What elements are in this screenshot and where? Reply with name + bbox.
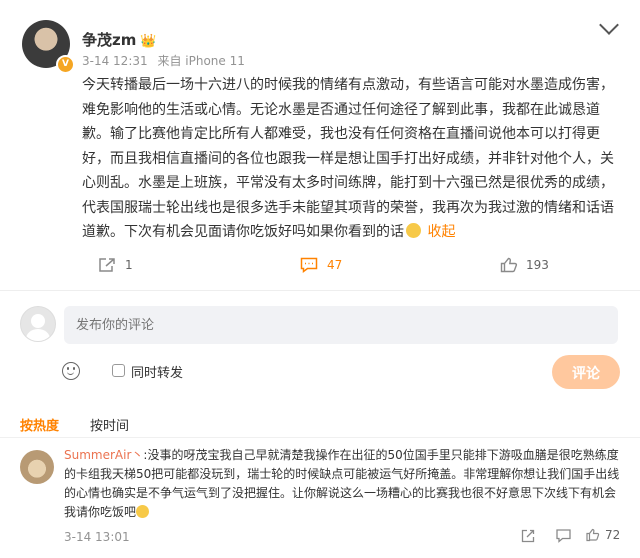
- like-count: 193: [526, 258, 549, 272]
- also-repost-checkbox[interactable]: [112, 364, 125, 377]
- comment-date: 3-14 13:01: [64, 530, 130, 544]
- author-name-text[interactable]: 争茂zm: [82, 31, 136, 49]
- share-icon: [521, 529, 535, 542]
- submit-comment-button[interactable]: 评论: [552, 355, 620, 389]
- thumbs-up-icon: [586, 528, 600, 542]
- author-badge-icon: 👑: [140, 34, 157, 49]
- my-avatar: [20, 306, 56, 342]
- repost-icon: [99, 258, 115, 272]
- post-body: 今天转播最后一场十六进八的时候我的情绪有点激动，有些语言可能对水墨造成伤害，难免…: [82, 73, 622, 245]
- thumbs-up-icon: [500, 257, 518, 273]
- comment-like-button[interactable]: 72: [586, 528, 620, 542]
- post-source: 来自 iPhone 11: [157, 54, 245, 68]
- comment-share-button[interactable]: [521, 528, 535, 543]
- comment-count: 47: [327, 258, 343, 272]
- also-repost-label[interactable]: 同时转发: [131, 362, 183, 381]
- post-text: 今天转播最后一场十六进八的时候我的情绪有点激动，有些语言可能对水墨造成伤害，难免…: [82, 77, 614, 240]
- chevron-down-icon[interactable]: [599, 15, 619, 35]
- author-name[interactable]: 争茂zm 👑: [82, 29, 157, 50]
- comment-reply-button[interactable]: [556, 528, 571, 543]
- emoji-icon: [136, 505, 150, 518]
- divider: [0, 290, 640, 291]
- reply-icon: [556, 528, 571, 543]
- comment-input[interactable]: [64, 306, 618, 344]
- tab-sort-by-time[interactable]: 按时间: [90, 415, 129, 434]
- commenter-avatar[interactable]: [20, 450, 54, 484]
- comment-like-count: 72: [605, 528, 621, 542]
- emoji-picker-icon[interactable]: [62, 362, 80, 380]
- comment-icon: [300, 257, 318, 273]
- post-meta: 3-14 12:31 来自 iPhone 11: [82, 52, 251, 69]
- verified-badge-icon: V: [56, 55, 75, 74]
- post-date[interactable]: 3-14 12:31: [82, 54, 148, 68]
- divider: [0, 437, 640, 438]
- collapse-link[interactable]: 收起: [427, 224, 455, 240]
- comment-button[interactable]: 47: [300, 257, 342, 273]
- like-button[interactable]: 193: [500, 257, 549, 273]
- repost-button[interactable]: 1: [98, 257, 133, 273]
- tab-sort-by-hot[interactable]: 按热度: [20, 415, 59, 434]
- commenter-name[interactable]: SummerAir丶: [64, 448, 143, 462]
- emoji-icon: [406, 223, 421, 238]
- repost-count: 1: [125, 258, 133, 272]
- comment-item: SummerAir丶:没事的呀茂宝我自己早就清楚我操作在出征的50位国手里只能排…: [64, 446, 620, 522]
